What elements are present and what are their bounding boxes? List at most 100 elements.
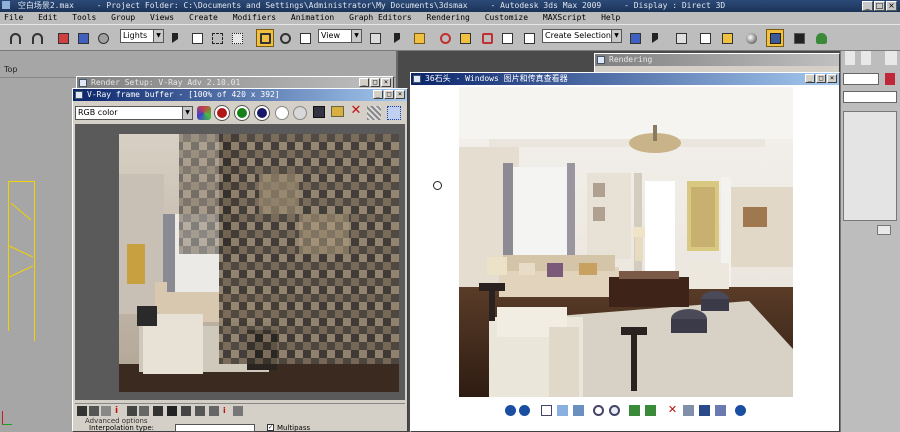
named-selection-dropdown[interactable]: Create Selection Set ▼ xyxy=(542,29,622,43)
minimize-button[interactable]: _ xyxy=(805,74,815,83)
spinner-snap-icon[interactable] xyxy=(478,29,496,47)
menu-modifiers[interactable]: Modifiers xyxy=(233,13,276,22)
viewport-label[interactable]: Top xyxy=(4,65,18,74)
render-setup-icon[interactable] xyxy=(766,29,784,47)
delete-icon[interactable]: ✕ xyxy=(667,403,678,416)
level-icon[interactable] xyxy=(233,406,243,416)
zoom-in-icon[interactable] xyxy=(593,405,604,416)
vfb-title-bar[interactable]: V-Ray frame buffer - [100% of 420 x 392]… xyxy=(73,89,407,101)
minimize-button[interactable]: _ xyxy=(862,1,873,11)
menu-help[interactable]: Help xyxy=(601,13,620,22)
blue-channel-icon[interactable] xyxy=(254,105,270,121)
select-object-icon[interactable] xyxy=(168,29,186,47)
print-icon[interactable] xyxy=(683,405,694,416)
colors-icon[interactable] xyxy=(197,106,211,120)
create-tab-icon[interactable] xyxy=(845,51,855,65)
modifier-stack[interactable] xyxy=(843,111,897,221)
mirror-icon[interactable] xyxy=(626,29,644,47)
rendering-title-bar[interactable]: Rendering xyxy=(595,54,839,66)
percent-snap-icon[interactable] xyxy=(456,29,474,47)
move-icon[interactable] xyxy=(256,29,274,47)
rendered-frame-window-icon[interactable] xyxy=(790,29,808,47)
mono-icon[interactable] xyxy=(293,106,307,120)
multipass-checkbox[interactable]: ✓ xyxy=(267,424,274,431)
open-icon[interactable] xyxy=(331,106,344,117)
rect-selection-icon[interactable] xyxy=(208,29,226,47)
next-icon[interactable] xyxy=(519,405,530,416)
help-icon[interactable] xyxy=(735,405,746,416)
menu-maxscript[interactable]: MAXScript xyxy=(543,13,586,22)
close-button[interactable]: × xyxy=(395,90,405,99)
selection-filter-dropdown[interactable]: Lights ▼ xyxy=(120,29,164,43)
close-button[interactable]: × xyxy=(886,1,897,11)
rotate-ccw-icon[interactable] xyxy=(645,405,656,416)
menu-customize[interactable]: Customize xyxy=(485,13,528,22)
ab-icon[interactable] xyxy=(153,406,163,416)
actual-size-icon[interactable] xyxy=(557,405,568,416)
align-icon[interactable] xyxy=(648,29,666,47)
config-modifier-sets-icon[interactable] xyxy=(877,225,891,235)
save-icon[interactable] xyxy=(313,106,325,118)
snap-toggle-icon[interactable] xyxy=(410,29,428,47)
angle-snap-icon[interactable] xyxy=(436,29,454,47)
curve-editor-icon[interactable] xyxy=(696,29,714,47)
close-button[interactable]: × xyxy=(381,78,391,87)
material-editor-icon[interactable] xyxy=(742,29,760,47)
rotate-icon[interactable] xyxy=(276,29,294,47)
maximize-button[interactable]: □ xyxy=(816,74,826,83)
pixel-info-icon[interactable] xyxy=(139,406,149,416)
zoom-out-icon[interactable] xyxy=(609,405,620,416)
menu-rendering[interactable]: Rendering xyxy=(427,13,470,22)
rotate-cw-icon[interactable] xyxy=(629,405,640,416)
display-correction-icon[interactable] xyxy=(77,406,87,416)
redo-icon[interactable] xyxy=(28,29,46,47)
menu-create[interactable]: Create xyxy=(189,13,218,22)
menu-animation[interactable]: Animation xyxy=(291,13,334,22)
select-manipulate-icon[interactable] xyxy=(390,29,408,47)
stop-icon[interactable]: i xyxy=(223,406,233,416)
maximize-button[interactable]: □ xyxy=(384,90,394,99)
object-name-field[interactable] xyxy=(843,73,879,85)
modifier-list-dropdown[interactable] xyxy=(843,91,897,103)
photo-viewer-title-bar[interactable]: 36石头 - Windows 图片和传真查看器 _ □ × xyxy=(411,73,839,85)
named-selection-icon[interactable] xyxy=(520,29,538,47)
pivot-center-icon[interactable] xyxy=(366,29,384,47)
save-icon[interactable] xyxy=(699,405,710,416)
menu-edit[interactable]: Edit xyxy=(38,13,57,22)
edit-icon[interactable] xyxy=(715,405,726,416)
menu-tools[interactable]: Tools xyxy=(72,13,96,22)
select-link-icon[interactable] xyxy=(54,29,72,47)
unlink-icon[interactable] xyxy=(74,29,92,47)
alpha-icon[interactable] xyxy=(275,106,289,120)
undo-icon[interactable] xyxy=(6,29,24,47)
prev-icon[interactable] xyxy=(505,405,516,416)
region-icon[interactable] xyxy=(387,106,401,120)
bind-space-warp-icon[interactable] xyxy=(94,29,112,47)
object-color-chip[interactable] xyxy=(885,73,895,85)
histogram-icon[interactable] xyxy=(101,406,111,416)
track-icon[interactable] xyxy=(367,106,381,120)
menu-group[interactable]: Group xyxy=(111,13,135,22)
lut-icon[interactable] xyxy=(89,406,99,416)
modify-tab-icon[interactable] xyxy=(861,51,871,65)
render-production-icon[interactable] xyxy=(812,29,830,47)
slideshow-icon[interactable] xyxy=(573,405,584,416)
utilities-tab-icon[interactable] xyxy=(885,51,897,65)
select-by-name-icon[interactable] xyxy=(188,29,206,47)
green-channel-icon[interactable] xyxy=(234,105,250,121)
history-load-icon[interactable] xyxy=(195,406,205,416)
close-button[interactable]: × xyxy=(827,74,837,83)
clear-icon[interactable]: ✕ xyxy=(349,104,363,118)
minimize-button[interactable]: _ xyxy=(359,78,369,87)
layer-manager-icon[interactable] xyxy=(672,29,690,47)
window-crossing-icon[interactable] xyxy=(228,29,246,47)
menu-graph-editors[interactable]: Graph Editors xyxy=(349,13,412,22)
history-clear-icon[interactable] xyxy=(209,406,219,416)
interpolation-type-dropdown[interactable] xyxy=(175,424,255,432)
reference-coordinate-dropdown[interactable]: View ▼ xyxy=(318,29,362,43)
vfb-canvas[interactable] xyxy=(75,124,405,400)
menu-views[interactable]: Views xyxy=(150,13,174,22)
history-icon[interactable] xyxy=(167,406,177,416)
best-fit-icon[interactable] xyxy=(541,405,552,416)
maximize-button[interactable]: □ xyxy=(370,78,380,87)
